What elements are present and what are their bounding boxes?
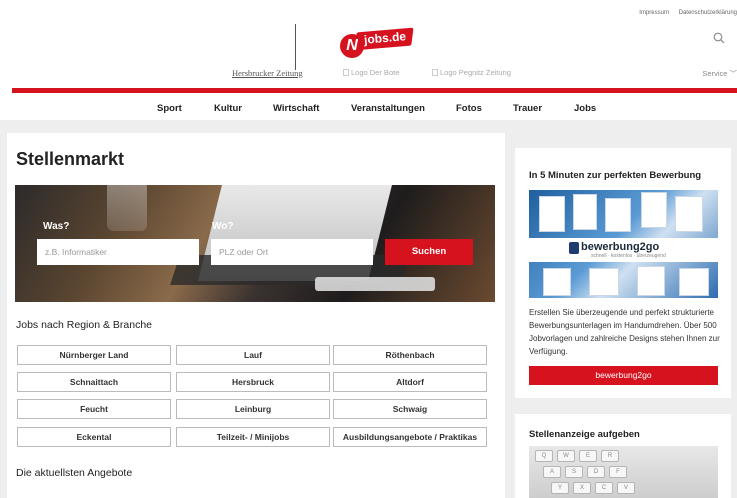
latest-offers-title: Die aktuellsten Angebote: [16, 467, 133, 479]
nav-item-wirtschaft[interactable]: Wirtschaft: [273, 103, 319, 114]
keyboard-key: V: [617, 482, 635, 494]
main-nav: Sport Kultur Wirtschaft Veranstaltungen …: [0, 93, 737, 123]
nav-item-fotos[interactable]: Fotos: [456, 103, 482, 114]
search-hero: Was? z.B. Informatiker Wo? PLZ oder Ort …: [15, 185, 495, 302]
keyboard-key: C: [595, 482, 613, 494]
top-links: Impressum Datenschutzerklärung: [631, 10, 737, 16]
promo-sheet: [675, 196, 703, 232]
region-leinburg[interactable]: Leinburg: [176, 399, 330, 419]
nav-item-kultur[interactable]: Kultur: [214, 103, 242, 114]
region-eckental[interactable]: Eckental: [17, 427, 171, 447]
keyboard-key: X: [573, 482, 591, 494]
page-title: Stellenmarkt: [16, 149, 125, 169]
bewerbung2go-logo-text: bewerbung2go: [581, 241, 660, 253]
promo-sheet: [589, 268, 619, 296]
promo-sheet: [605, 198, 631, 232]
promo-sheet: [543, 268, 571, 296]
broken-image-icon: [432, 69, 438, 76]
der-bote-logo-alt: Logo Der Bote: [351, 68, 400, 77]
keyboard-key: Y: [551, 482, 569, 494]
region-nuernberger-land[interactable]: Nürnberger Land: [17, 345, 171, 365]
region-schwaig[interactable]: Schwaig: [333, 399, 487, 419]
branch-teilzeit-minijobs[interactable]: Teilzeit- / Minijobs: [176, 427, 330, 447]
nav-item-trauer[interactable]: Trauer: [513, 103, 542, 114]
branch-ausbildung-praktika[interactable]: Ausbildungsangebote / Praktikas: [333, 427, 487, 447]
job-ad-card: Stellenanzeige aufgeben Q W E R A S D F …: [515, 414, 731, 498]
keyboard-key: Q: [535, 450, 553, 462]
main-content: Stellenmarkt Was? z.B. Informatiker Wo? …: [7, 133, 505, 498]
promo-sheet: [679, 268, 709, 296]
keyboard-key: R: [601, 450, 619, 462]
what-label: Was?: [43, 221, 70, 232]
what-input[interactable]: z.B. Informatiker: [37, 239, 199, 265]
region-feucht[interactable]: Feucht: [17, 399, 171, 419]
promo-sheet: [573, 194, 597, 230]
service-menu[interactable]: Service ﹀: [702, 68, 737, 79]
promo-sheet: [539, 196, 565, 232]
region-lauf[interactable]: Lauf: [176, 345, 330, 365]
bewerbung2go-promo-image[interactable]: bewerbung2go schnell · kostenlos · überz…: [529, 190, 718, 298]
keyboard-key: D: [587, 466, 605, 478]
region-altdorf[interactable]: Altdorf: [333, 372, 487, 392]
keyboard-image[interactable]: Q W E R A S D F Y X C V: [529, 446, 718, 498]
hero-glass-image: [107, 185, 147, 231]
search-button[interactable]: Suchen: [385, 239, 473, 265]
promo-sheet: [637, 266, 665, 296]
search-icon[interactable]: [713, 32, 725, 44]
regions-title: Jobs nach Region & Branche: [16, 319, 153, 331]
pegnitz-zeitung-logo-alt: Logo Pegnitz Zeitung: [440, 68, 511, 77]
bewerbung2go-banner: bewerbung2go schnell · kostenlos · überz…: [529, 238, 718, 262]
promo-sheet: [641, 192, 667, 228]
where-input[interactable]: PLZ oder Ort: [211, 239, 373, 265]
datenschutz-link[interactable]: Datenschutzerklärung: [679, 10, 737, 16]
region-schnaittach[interactable]: Schnaittach: [17, 372, 171, 392]
bewerbung2go-button[interactable]: bewerbung2go: [529, 366, 718, 385]
region-hersbruck[interactable]: Hersbruck: [176, 372, 330, 392]
where-label: Wo?: [212, 221, 234, 232]
bewerbung2go-mark-icon: [569, 242, 579, 254]
promo-card-text: Erstellen Sie überzeugende und perfekt s…: [529, 308, 720, 356]
keyboard-key: F: [609, 466, 627, 478]
njobs-logo-badge: N: [340, 34, 364, 58]
logo-divider: [295, 24, 296, 70]
der-bote-logo[interactable]: Logo Der Bote: [343, 68, 399, 77]
impressum-link[interactable]: Impressum: [639, 10, 669, 16]
nav-item-sport[interactable]: Sport: [157, 103, 182, 114]
pegnitz-zeitung-logo[interactable]: Logo Pegnitz Zeitung: [432, 68, 511, 77]
keyboard-key: W: [557, 450, 575, 462]
nav-item-veranstaltungen[interactable]: Veranstaltungen: [351, 103, 425, 114]
keyboard-key: A: [543, 466, 561, 478]
site-header: Impressum Datenschutzerklärung Hersbruck…: [0, 0, 737, 120]
hersbrucker-zeitung-logo[interactable]: Hersbrucker Zeitung: [232, 68, 303, 78]
promo-card-title: In 5 Minuten zur perfekten Bewerbung: [529, 170, 702, 181]
job-ad-card-title: Stellenanzeige aufgeben: [529, 429, 640, 440]
region-roethenbach[interactable]: Röthenbach: [333, 345, 487, 365]
bewerbung-promo-card: In 5 Minuten zur perfekten Bewerbung bew…: [515, 148, 731, 398]
page: Impressum Datenschutzerklärung Hersbruck…: [0, 0, 737, 498]
broken-image-icon: [343, 69, 349, 76]
keyboard-key: E: [579, 450, 597, 462]
njobs-logo[interactable]: jobs.de N: [338, 26, 414, 60]
keyboard-key: S: [565, 466, 583, 478]
hero-desk-image: [315, 277, 435, 291]
nav-item-jobs[interactable]: Jobs: [574, 103, 596, 114]
bewerbung2go-tagline: schnell · kostenlos · überzeugend: [591, 253, 666, 259]
